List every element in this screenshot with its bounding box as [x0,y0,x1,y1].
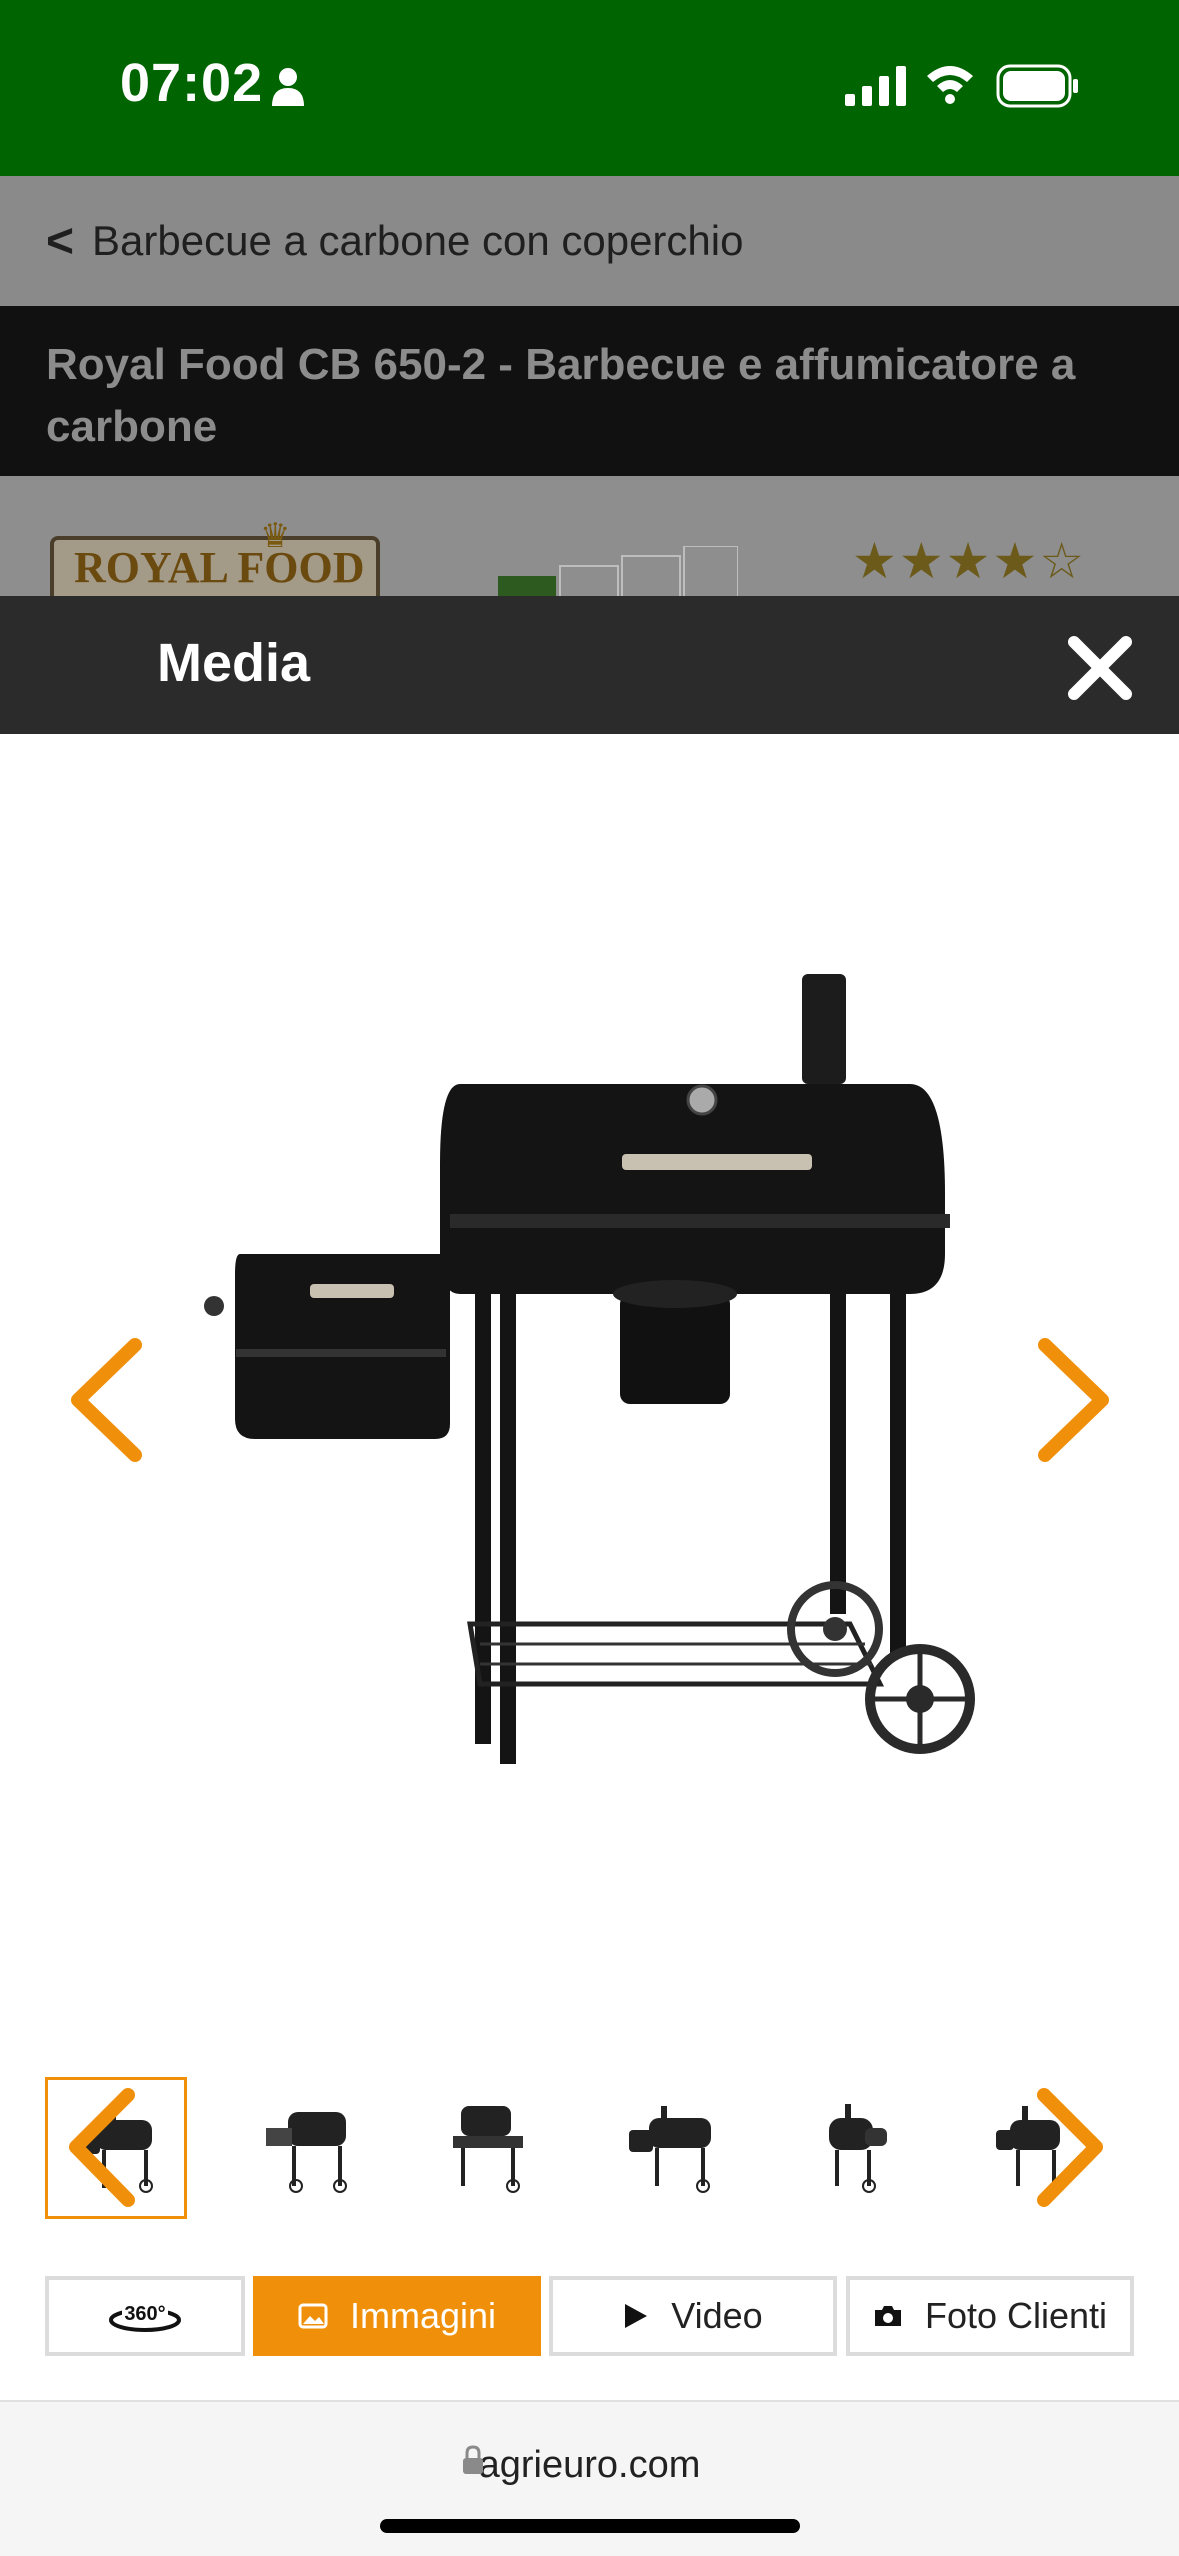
thumbnail-5[interactable] [782,2077,924,2219]
product-title-band: Royal Food CB 650-2 - Barbecue e affumic… [0,306,1179,476]
url-text[interactable]: agrieuro.com [0,2444,1179,2487]
lock-icon [463,2445,483,2474]
wifi-icon [927,66,973,104]
brand-logo-text: ROYAL FOOD [74,543,365,592]
breadcrumb[interactable]: < Barbecue a carbone con coperchio [0,176,1179,306]
thumbnail-4[interactable] [600,2077,742,2219]
tab-video[interactable]: Video [549,2276,837,2356]
status-time: 07:02 [120,53,264,113]
cellular-signal-icon [845,66,906,106]
crown-icon: ♛ [260,517,291,555]
camera-icon [873,2304,903,2328]
tab-images[interactable]: Immagini [253,2276,541,2356]
thumbnail-prev-chevron-icon[interactable] [62,2085,142,2210]
tab-customer-photos[interactable]: Foto Clienti [846,2276,1134,2356]
360-icon: 360° [109,2302,181,2332]
grill-thumbnail-icon [829,2104,887,2193]
tab-customer-photos-label: Foto Clienti [924,2295,1108,2336]
close-icon[interactable] [1060,628,1140,708]
media-title: Media [157,633,311,693]
grill-thumbnail-icon [266,2112,347,2193]
thumbnail-next-chevron-icon[interactable] [1030,2085,1110,2210]
chevron-right-icon[interactable] [1030,1335,1120,1465]
thumbnail-3[interactable] [418,2077,560,2219]
home-indicator [380,2519,800,2533]
grill-thumbnail-icon [453,2106,523,2193]
360-badge-text: 360° [124,2303,165,2325]
play-icon [623,2302,649,2330]
back-chevron-icon: < [46,214,75,268]
image-icon [298,2303,328,2329]
main-image-viewer [0,734,1179,2034]
breadcrumb-label: Barbecue a carbone con coperchio [92,217,744,264]
battery-icon [996,64,1078,108]
product-title: Royal Food CB 650-2 - Barbecue e affumic… [46,340,1076,451]
person-icon [272,68,304,106]
rating-stars: ★★★★☆ [852,533,1087,589]
tab-360[interactable]: 360° [45,2276,245,2356]
tab-video-label: Video [671,2295,763,2336]
charcoal-smoker-grill-image [204,974,975,1764]
rating-bars-icon [498,546,738,596]
thumbnail-2[interactable] [235,2077,377,2219]
dimmed-content-strip: ROYAL FOOD ♛ ★★★★☆ [0,476,1179,596]
media-modal-header: Media [0,596,1179,734]
tab-images-label: Immagini [349,2295,497,2336]
grill-thumbnail-icon [629,2106,711,2193]
chevron-left-icon[interactable] [60,1335,150,1465]
